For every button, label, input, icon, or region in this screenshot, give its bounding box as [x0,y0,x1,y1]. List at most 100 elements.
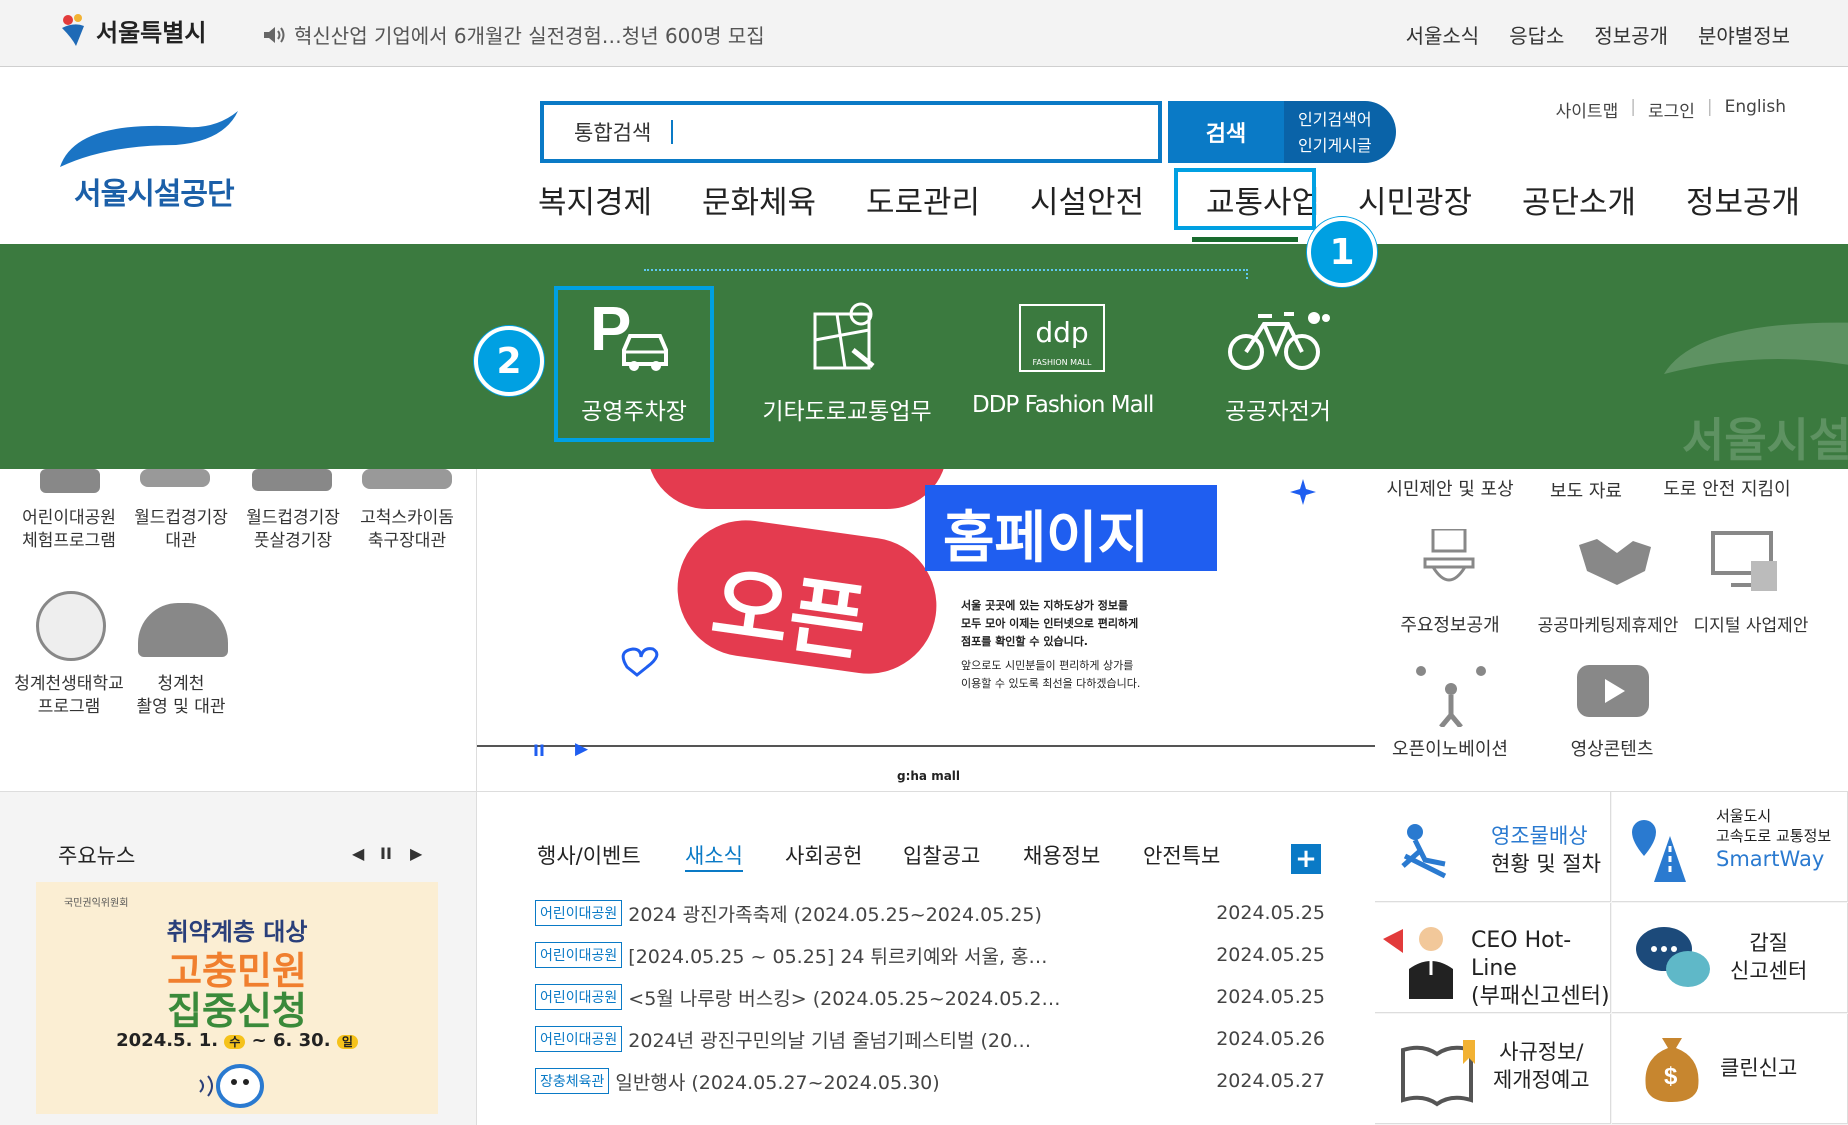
login-link[interactable]: 로그인 [1648,97,1695,122]
shortcut-public-marketing[interactable]: 공공마케팅제휴제안 [1523,611,1693,636]
next-news-button[interactable]: ▶ [410,844,422,863]
english-link[interactable]: English [1725,97,1786,122]
row-title[interactable]: 일반행사 (2024.05.27~2024.05.30) [615,1068,1195,1095]
quick-compensation[interactable]: 영조물배상 현황 및 절차 [1375,792,1611,902]
nav-welfare-economy[interactable]: 복지경제 [538,177,702,222]
cheonggye-bridge-icon [138,603,228,657]
sitemap-link[interactable]: 사이트맵 [1556,97,1619,122]
popular-posts-link[interactable]: 인기게시글 [1298,133,1396,159]
quick-regulations[interactable]: 사규정보/제개정예고 [1375,1014,1611,1124]
video-play-icon[interactable] [1577,665,1649,717]
search-input[interactable]: 통합검색 [540,101,1162,163]
main-news-title: 주요뉴스 [58,844,136,868]
board-row[interactable]: 어린이대공원 [2024.05.25 ~ 05.25] 24 튀르키예와 서울,… [535,940,1325,970]
tab-safety-alert[interactable]: 안전특보 [1143,840,1220,870]
seoul-city-logo[interactable]: 서울특별시 [58,12,206,48]
shortcut-cheonggye-filming[interactable]: 청계천 촬영 및 대관 [126,673,236,719]
link-field-info[interactable]: 분야별정보 [1698,20,1790,49]
shortcut-childrens-park-program[interactable]: 어린이대공원 체험프로그램 [14,507,124,553]
guide-arrow [644,269,1248,279]
shortcut-video-content[interactable]: 영상콘텐츠 [1537,735,1687,761]
info-disclosure-icon [1423,529,1475,582]
nav-culture-sports[interactable]: 문화체육 [702,177,866,222]
nav-facility-safety[interactable]: 시설안전 [1030,177,1194,222]
submenu-label: 공공자전거 [1225,399,1331,425]
board-row[interactable]: 어린이대공원 <5월 나루랑 버스킹> (2024.05.25~2024.05.… [535,982,1325,1012]
divider: | [1630,97,1636,117]
shortcut-digital-proposal[interactable]: 디지털 사업제안 [1671,611,1831,636]
board-row[interactable]: 어린이대공원 2024년 광진구민의날 기념 줄넘기페스티벌 (20… 2024… [535,1024,1325,1054]
open-innovation-icon [1416,666,1486,727]
active-nav-highlight [1174,168,1316,230]
search-button[interactable]: 검색 [1168,101,1284,163]
site-header: 서울시설공단 통합검색 검색 인기검색어 인기게시글 사이트맵 | 로그인 | … [0,67,1848,244]
notice-text[interactable]: 혁신산업 기업에서 6개월간 실전경험…청년 600명 모집 [294,20,765,49]
step-badge-1: 1 [1307,217,1377,287]
search-label: 통합검색 [574,121,652,145]
row-tag: 어린이대공원 [535,900,623,926]
notice-ticker[interactable]: 혁신산업 기업에서 6개월간 실전경험…청년 600명 모집 [262,20,765,49]
board-row[interactable]: 장충체육관 일반행사 (2024.05.27~2024.05.30) 2024.… [535,1066,1325,1096]
pause-button[interactable]: II [533,741,545,760]
link-info-open[interactable]: 정보공개 [1594,20,1668,49]
sisul-logo[interactable]: 서울시설공단 [56,111,246,221]
poster-dates: 2024.5. 1. 수 ~ 6. 30. 일 [36,1030,438,1051]
more-button[interactable]: + [1291,844,1321,874]
handshake-icon [1579,539,1651,585]
news-poster[interactable]: 국민권익위원회 취약계층 대상 고충민원 집중신청 2024.5. 1. 수 ~… [36,882,438,1114]
nav-citizen-square[interactable]: 시민광장 [1358,177,1522,222]
row-date: 2024.05.27 [1216,1070,1325,1092]
text-cursor [671,120,674,144]
row-date: 2024.05.25 [1216,986,1325,1008]
play-button[interactable]: ▶ [575,739,588,759]
quick-clean-report[interactable]: $ 클린신고 [1612,1014,1848,1124]
tab-recruitment[interactable]: 채용정보 [1023,840,1100,870]
cut-icons-top-row [40,469,452,493]
tab-social-contribution[interactable]: 사회공헌 [785,840,862,870]
notice-board: 행사/이벤트 새소식 사회공헌 입찰공고 채용정보 안전특보 + 어린이대공원 … [477,792,1375,1125]
monitor-icon [1711,531,1777,591]
banner-footer-logo: g:ha mall [897,769,961,783]
tab-bid-notice[interactable]: 입찰공고 [903,840,980,870]
ceo-megaphone-icon [1383,927,1453,999]
mascot-icon [199,1064,264,1108]
prev-news-button[interactable]: ◀ [352,844,364,863]
main-banner[interactable]: 오픈 홈페이지 서울 곳곳에 있는 지하도상가 정보를 모두 모아 이제는 인터… [477,469,1375,791]
quick-gapjil-report[interactable]: 갑질 신고센터 [1612,903,1848,1013]
row-title[interactable]: 2024년 광진구민의날 기념 줄넘기페스티벌 (20… [628,1026,1195,1053]
shortcut-citizen-proposal[interactable]: 시민제안 및 포상 [1375,475,1525,501]
quick-smartway[interactable]: 서울도시 고속도로 교통정보 SmartWay [1612,792,1848,902]
nav-about[interactable]: 공단소개 [1522,177,1686,222]
shortcut-road-safety[interactable]: 도로 안전 지킴이 [1647,475,1807,501]
quick-ceo-hotline[interactable]: CEO Hot-Line (부패신고센터) [1375,903,1611,1013]
tab-news[interactable]: 새소식 [685,840,743,872]
row-title[interactable]: <5월 나루랑 버스킹> (2024.05.25~2024.05.2… [628,984,1195,1011]
nav-road-management[interactable]: 도로관리 [866,177,1030,222]
row-tag: 어린이대공원 [535,1026,623,1052]
shortcut-key-info[interactable]: 주요정보공개 [1375,611,1525,637]
shortcut-cheonggye-eco-school[interactable]: 청계천생태학교 프로그램 [14,673,124,719]
shortcut-open-innovation[interactable]: 오픈이노베이션 [1375,735,1525,761]
row-title[interactable]: 2024 광진가족축제 (2024.05.25~2024.05.25) [628,900,1195,927]
chat-bubbles-icon [1636,927,1710,987]
top-bar: 서울특별시 혁신산업 기업에서 6개월간 실전경험…청년 600명 모집 서울소… [0,0,1848,67]
row-title[interactable]: [2024.05.25 ~ 05.25] 24 튀르키예와 서울, 홍… [628,942,1195,969]
shortcut-gocheok-rental[interactable]: 고척스카이돔 축구장대관 [352,507,462,553]
row-tag: 어린이대공원 [535,942,623,968]
shortcut-worldcup-rental[interactable]: 월드컵경기장 대관 [126,507,236,553]
submenu-label: 기타도로교통업무 [762,399,932,425]
board-row[interactable]: 어린이대공원 2024 광진가족축제 (2024.05.25~2024.05.2… [535,898,1325,928]
sisul-logo-text: 서울시설공단 [74,177,235,212]
popular-keywords-link[interactable]: 인기검색어 [1298,107,1396,133]
nav-info-disclosure[interactable]: 정보공개 [1686,177,1848,222]
road-map-icon [813,302,875,370]
link-seoul-news[interactable]: 서울소식 [1406,20,1480,49]
shortcut-press-release[interactable]: 보도 자료 [1511,477,1661,503]
banner-red-top-shape [647,469,947,509]
pause-news-button[interactable]: II [380,844,392,863]
tab-events[interactable]: 행사/이벤트 [537,840,641,870]
link-eungdapso[interactable]: 응답소 [1509,20,1564,49]
submenu-label: DDP Fashion Mall [972,392,1154,418]
shortcut-worldcup-futsal[interactable]: 월드컵경기장 풋살경기장 [238,507,348,553]
service-shortcuts: 시민제안 및 포상 보도 자료 도로 안전 지킴이 주요정보공개 공공마케팅제휴… [1375,469,1848,791]
